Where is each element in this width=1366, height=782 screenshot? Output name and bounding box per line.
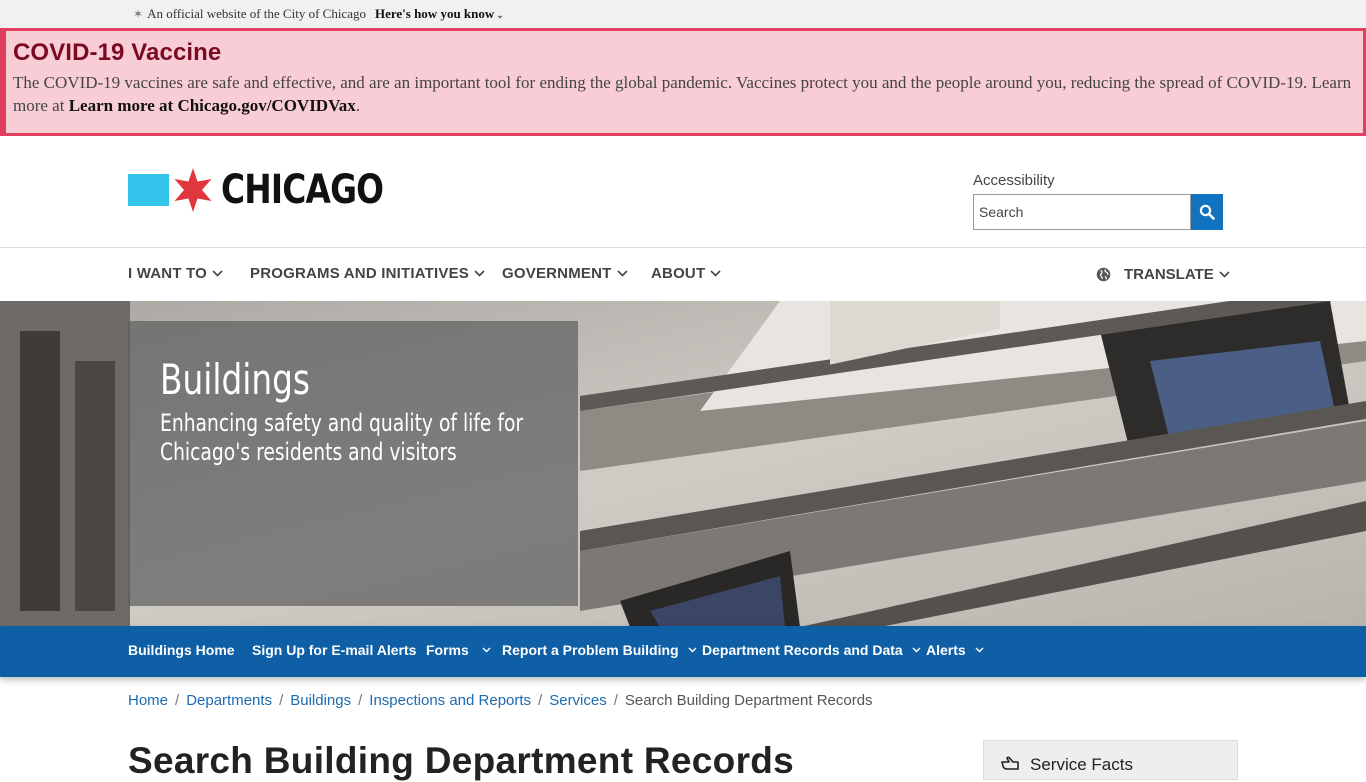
alert-body: The COVID-19 vaccines are safe and effec… <box>13 71 1353 117</box>
subnav-report-problem-building[interactable]: Report a Problem Building <box>502 642 697 658</box>
translate-button[interactable]: TRANSLATE <box>1096 266 1230 283</box>
translate-label: TRANSLATE <box>1124 266 1214 283</box>
breadcrumb-home[interactable]: Home <box>128 692 168 709</box>
chicago-logo[interactable]: CHICAGO <box>128 166 419 214</box>
accessibility-link[interactable]: Accessibility <box>973 172 1055 189</box>
chevron-down-icon <box>975 647 984 653</box>
subnav-label: Alerts <box>926 642 966 658</box>
chevron-down-icon <box>212 270 223 277</box>
subnav-alerts[interactable]: Alerts <box>926 642 984 658</box>
chevron-down-icon <box>1219 271 1230 278</box>
subnav-label: Sign Up for E-mail Alerts <box>252 642 417 658</box>
subnav-buildings-home[interactable]: Buildings Home <box>128 642 235 658</box>
heres-how-you-know-toggle[interactable]: Here's how you know ⌄ <box>375 6 504 22</box>
asterisk-icon: ✶ <box>133 6 144 21</box>
breadcrumb-separator: / <box>613 692 618 709</box>
subnav-forms[interactable]: Forms <box>426 642 491 658</box>
site-search <box>973 194 1223 230</box>
chevron-down-icon <box>482 647 491 653</box>
nav-government[interactable]: GOVERNMENT <box>502 265 628 282</box>
subnav-label: Report a Problem Building <box>502 642 679 658</box>
official-text: An official website of the City of Chica… <box>147 6 366 21</box>
chevron-down-icon <box>710 270 721 277</box>
six-point-star-icon <box>174 168 212 212</box>
alert-end: . <box>355 96 361 115</box>
logo-blue-bar <box>128 174 169 206</box>
nav-programs-and-initiatives[interactable]: PROGRAMS AND INITIATIVES <box>250 265 485 282</box>
breadcrumb-buildings[interactable]: Buildings <box>290 692 351 709</box>
breadcrumb-separator: / <box>279 692 284 709</box>
nav-label: PROGRAMS AND INITIATIVES <box>250 265 469 282</box>
hero-text-panel: Buildings Enhancing safety and quality o… <box>128 321 578 606</box>
chevron-down-icon: ⌄ <box>496 10 504 20</box>
breadcrumb-inspections-reports[interactable]: Inspections and Reports <box>369 692 531 709</box>
chevron-down-icon <box>616 270 628 277</box>
covidvax-link[interactable]: Learn more at Chicago.gov/COVIDVax <box>69 96 356 115</box>
subnav-label: Buildings Home <box>128 642 235 658</box>
globe-icon <box>1096 267 1111 282</box>
covid-alert-banner: COVID-19 Vaccine The COVID-19 vaccines a… <box>0 28 1366 136</box>
breadcrumb-separator: / <box>358 692 363 709</box>
main-navigation: I WANT TO PROGRAMS AND INITIATIVES GOVER… <box>0 248 1366 301</box>
service-facts-label: Service Facts <box>1030 755 1133 774</box>
search-button[interactable] <box>1191 194 1223 230</box>
breadcrumb: Home / Departments / Buildings / Inspection… <box>128 692 873 709</box>
subnav-label: Forms <box>426 642 469 658</box>
nav-label: GOVERNMENT <box>502 265 612 282</box>
nav-label: I WANT TO <box>128 265 208 282</box>
nav-about[interactable]: ABOUT <box>651 265 721 282</box>
subnav-department-records[interactable]: Department Records and Data <box>702 642 921 658</box>
hero-banner: Buildings Enhancing safety and quality o… <box>0 301 1366 627</box>
heres-how-label: Here's how you know <box>374 6 495 21</box>
logo-wordmark: CHICAGO <box>221 167 384 213</box>
chevron-down-icon <box>688 647 697 653</box>
hero-title: Buildings <box>160 355 310 404</box>
nav-i-want-to[interactable]: I WANT TO <box>128 265 223 282</box>
chevron-down-icon <box>912 647 921 653</box>
page-title: Search Building Department Records <box>128 740 795 781</box>
breadcrumb-current: Search Building Department Records <box>624 692 873 709</box>
department-subnav: Buildings Home Sign Up for E-mail Alerts… <box>0 626 1366 677</box>
official-site-banner: ✶ An official website of the City of Chi… <box>0 0 1366 28</box>
hand-point-icon <box>1001 756 1019 770</box>
breadcrumb-services[interactable]: Services <box>549 692 607 709</box>
search-input[interactable] <box>973 194 1191 230</box>
nav-label: ABOUT <box>651 265 706 282</box>
subnav-email-alerts[interactable]: Sign Up for E-mail Alerts <box>252 642 416 658</box>
alert-title: COVID-19 Vaccine <box>13 39 222 66</box>
breadcrumb-separator: / <box>175 692 180 709</box>
breadcrumb-separator: / <box>538 692 543 709</box>
subnav-label: Department Records and Data <box>702 642 903 658</box>
site-header: CHICAGO Accessibility <box>0 136 1366 248</box>
service-facts-box[interactable]: Service Facts <box>983 740 1238 780</box>
breadcrumb-departments[interactable]: Departments <box>186 692 272 709</box>
magnifier-icon <box>1199 204 1215 220</box>
hero-subtitle: Enhancing safety and quality of life for… <box>160 409 524 466</box>
chevron-down-icon <box>474 270 485 277</box>
